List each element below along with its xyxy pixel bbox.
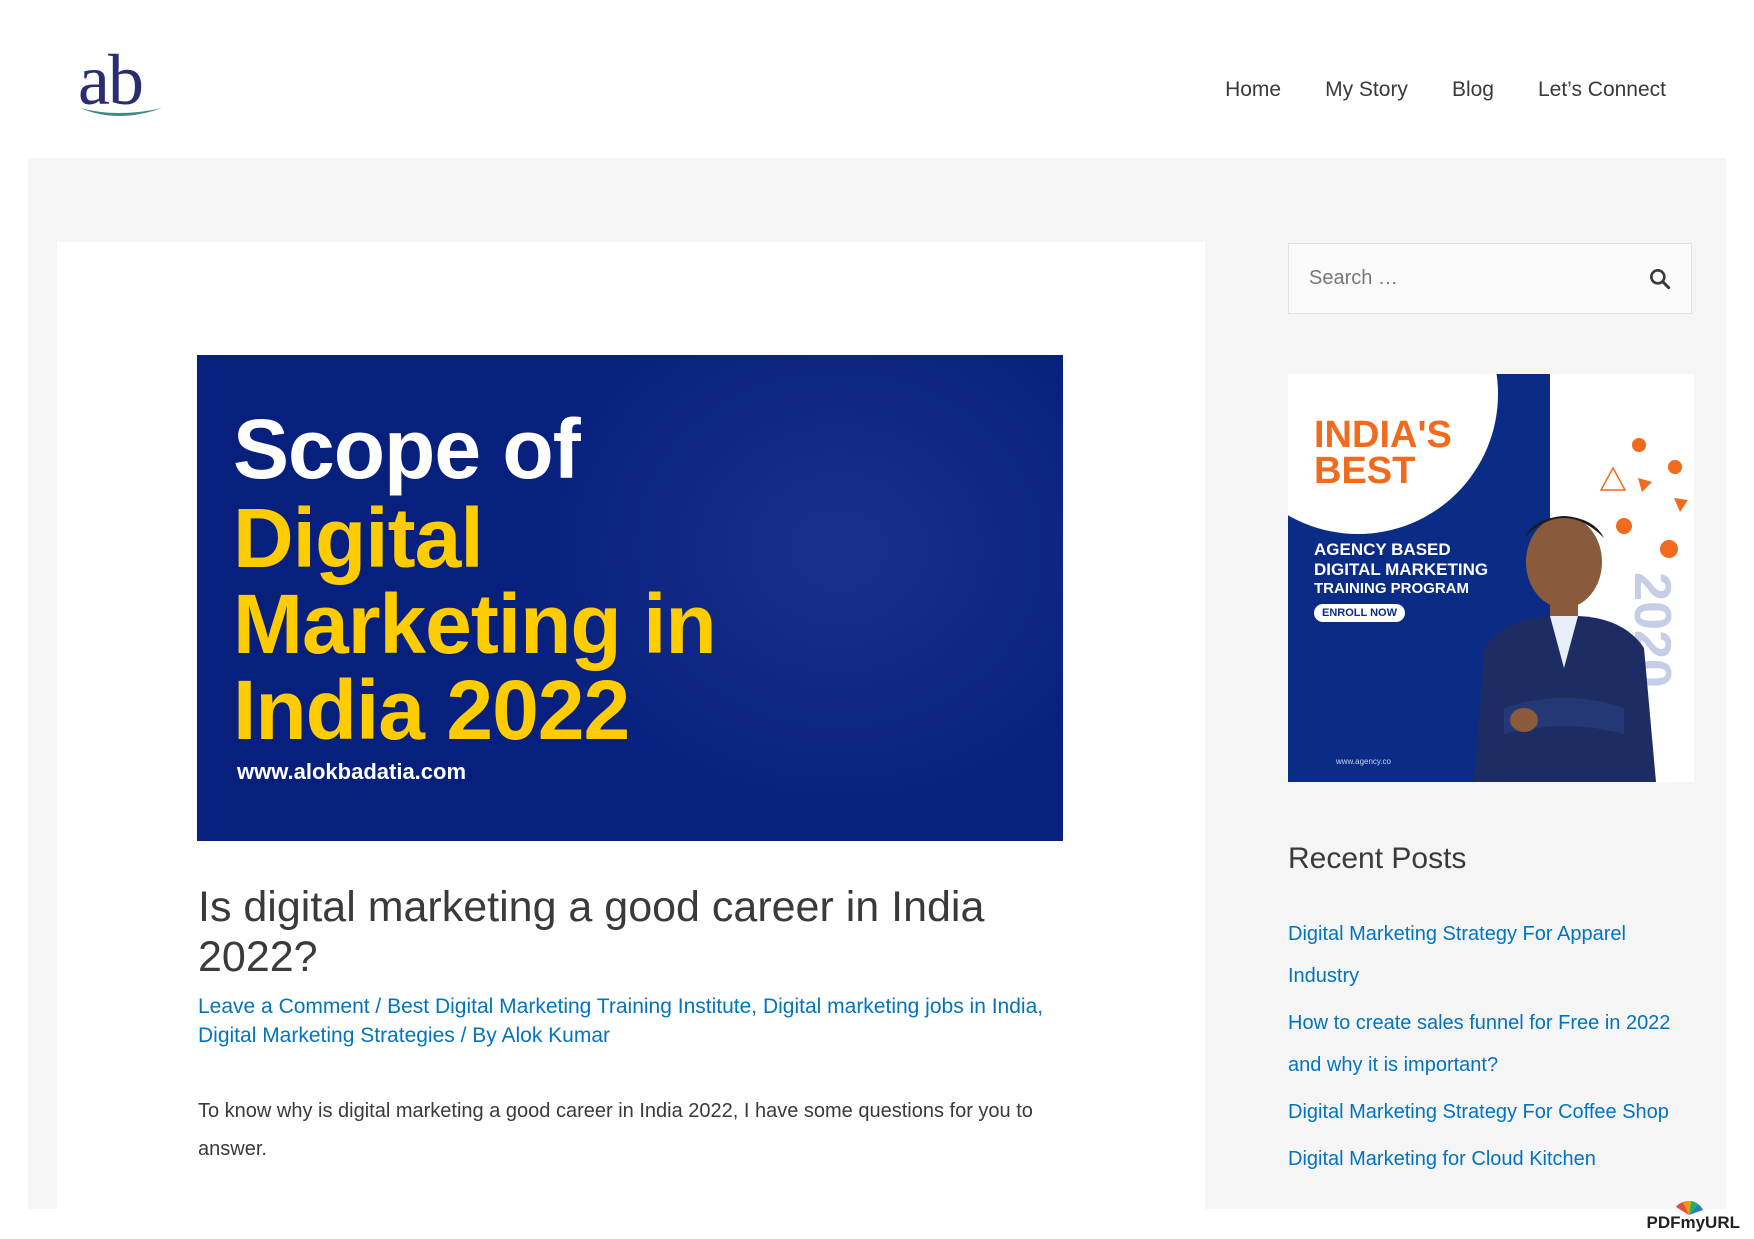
decor-triangle-icon (1638, 478, 1652, 492)
featured-line-4: India 2022 (233, 663, 630, 757)
nav-my-story[interactable]: My Story (1325, 78, 1408, 102)
recent-post-link[interactable]: How to create sales funnel for Free in 2… (1288, 1002, 1698, 1086)
featured-line-1: Scope of (233, 402, 581, 496)
post-intro: To know why is digital marketing a good … (198, 1100, 1033, 1160)
nav-lets-connect[interactable]: Let’s Connect (1538, 78, 1666, 102)
meta-by: / By (454, 1024, 502, 1047)
category-link-strategies[interactable]: Digital Marketing Strategies (198, 1024, 455, 1047)
search-input[interactable] (1289, 244, 1629, 313)
article-card: Scope of Digital Marketing in India 2022… (57, 242, 1205, 1209)
recent-post-link[interactable]: Digital Marketing Strategy For Apparel I… (1288, 913, 1698, 997)
post-title[interactable]: Is digital marketing a good career in In… (198, 882, 1058, 982)
promo-subline-2: DIGITAL MARKETING (1314, 560, 1489, 579)
recent-posts-heading: Recent Posts (1288, 842, 1467, 875)
meta-comma: , (1037, 995, 1044, 1018)
decor-dot (1668, 460, 1682, 474)
category-link-jobs[interactable]: Digital marketing jobs in India (763, 995, 1037, 1018)
category-link-training[interactable]: Best Digital Marketing Training Institut… (387, 995, 751, 1018)
pdfmyurl-text: PDFmyURL (1646, 1213, 1740, 1232)
search-form (1288, 243, 1692, 314)
promo-subline-3: TRAINING PROGRAM (1314, 580, 1469, 597)
training-promo-banner[interactable]: INDIA'S BEST AGENCY BASED DIGITAL MARKET… (1288, 374, 1694, 782)
enroll-now-button[interactable]: ENROLL NOW (1314, 604, 1405, 622)
recent-post-link[interactable]: Digital Marketing Strategy For Coffee Sh… (1288, 1091, 1698, 1133)
site-header: ab Home My Story Blog Let’s Connect (0, 0, 1754, 158)
featured-line-2: Digital (233, 491, 484, 585)
post-meta: Leave a Comment / Best Digital Marketing… (198, 992, 1078, 1050)
search-icon[interactable] (1647, 266, 1673, 292)
author-link[interactable]: Alok Kumar (501, 1024, 610, 1047)
promo-site: www.agency.co (1336, 757, 1391, 766)
logo-swoosh-icon (80, 108, 162, 116)
recent-posts-list: Digital Marketing Strategy For Apparel I… (1288, 913, 1698, 1185)
leave-comment-link[interactable]: Leave a Comment (198, 995, 370, 1018)
featured-url: www.alokbadatia.com (237, 759, 467, 784)
promo-headline-1: INDIA'S (1314, 414, 1452, 456)
pdfmyurl-badge[interactable]: PDFmyURL (1646, 1201, 1740, 1233)
recent-post-link[interactable]: Digital Marketing for Cloud Kitchen (1288, 1138, 1698, 1180)
site-logo[interactable]: ab (78, 44, 168, 134)
meta-separator: / (369, 995, 388, 1018)
featured-image[interactable]: Scope of Digital Marketing in India 2022… (197, 355, 1063, 841)
decor-triangle-icon (1599, 466, 1627, 491)
pdfmyurl-fan-icon (1676, 1201, 1704, 1215)
meta-comma: , (751, 995, 763, 1018)
featured-line-3: Marketing in (233, 577, 717, 671)
promo-headline-2: BEST (1314, 450, 1416, 492)
trainer-photo (1474, 516, 1656, 782)
nav-home[interactable]: Home (1225, 78, 1281, 102)
decor-dot (1632, 438, 1646, 452)
decor-triangle-icon (1674, 498, 1688, 512)
promo-subline-1: AGENCY BASED (1314, 540, 1451, 559)
nav-blog[interactable]: Blog (1452, 78, 1494, 102)
main-nav: Home My Story Blog Let’s Connect (1225, 78, 1666, 102)
